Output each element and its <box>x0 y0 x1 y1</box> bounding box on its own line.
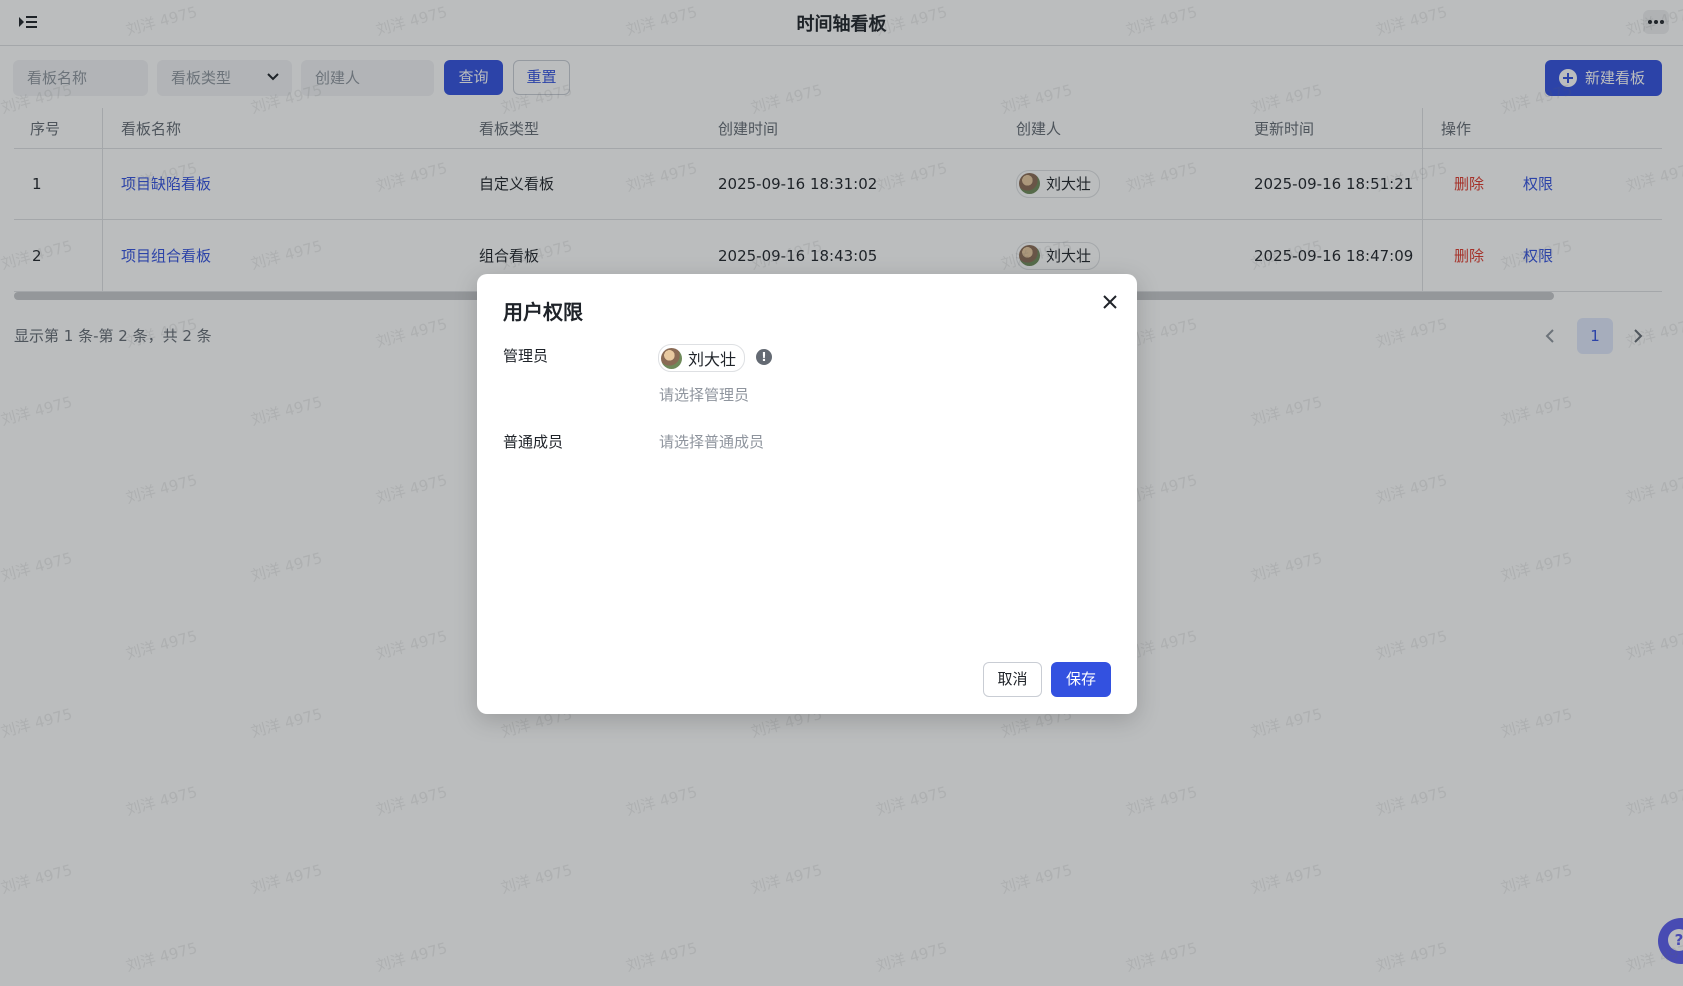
member-label: 普通成员 <box>503 433 564 451</box>
member-select[interactable]: 请选择普通成员 <box>659 431 764 452</box>
admin-select[interactable]: 请选择管理员 <box>659 384 749 405</box>
close-icon[interactable] <box>1102 294 1118 310</box>
dialog-title: 用户权限 <box>503 300 583 324</box>
warning-icon[interactable]: ! <box>756 349 772 365</box>
user-permission-dialog: 用户权限 管理员 刘大壮 ! 请选择管理员 普通成员 请选择普通成员 取消 保存 <box>477 274 1137 714</box>
page: 时间轴看板 看板名称 看板类型 创建人 查询 重置 新建看板 序号 看板名称 看… <box>0 0 1683 986</box>
admin-user-chip[interactable]: 刘大壮 <box>658 344 746 373</box>
cancel-button[interactable]: 取消 <box>983 662 1042 697</box>
avatar <box>661 347 682 369</box>
admin-label: 管理员 <box>503 347 549 365</box>
save-button[interactable]: 保存 <box>1051 662 1111 697</box>
user-chip: 刘大壮 <box>658 344 746 372</box>
admin-user-name: 刘大壮 <box>688 350 737 369</box>
